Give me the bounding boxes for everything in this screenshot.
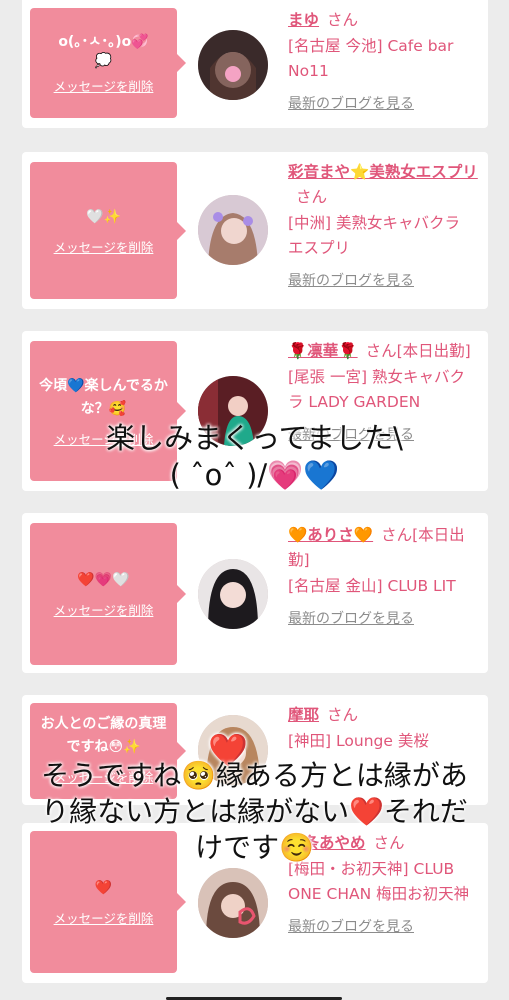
user-name-link[interactable]: 石条あやめ — [288, 834, 366, 852]
shop-info: [尾張 一宮] 熟女キャバクラ LADY GARDEN — [288, 368, 465, 411]
message-card: 🤍✨ メッセージを削除 彩音まや⭐美熟女エスプリさん [中洲] 美熟女キャバクラ… — [22, 152, 488, 309]
delete-message-link[interactable]: メッセージを削除 — [54, 429, 154, 448]
shop-info: [梅田・お初天神] CLUB ONE CHAN 梅田お初天神 — [288, 860, 470, 903]
delete-message-link[interactable]: メッセージを削除 — [54, 76, 154, 95]
avatar[interactable] — [198, 376, 268, 446]
message-card: 今頃💙楽しんでるかな？🥰 メッセージを削除 🌹凛華🌹 さん[本日出勤] [尾張 一… — [22, 331, 488, 491]
honorific: さん — [296, 188, 328, 206]
shop-info: [名古屋 金山] CLUB LIT — [288, 577, 456, 595]
user-name-link[interactable]: 彩音まや⭐美熟女エスプリ — [288, 163, 478, 181]
card-info: 彩音まや⭐美熟女エスプリさん [中洲] 美熟女キャバクラ エスプリ 最新のブログ… — [288, 160, 478, 290]
latest-blog-link[interactable]: 最新のブログを見る — [288, 916, 478, 936]
honorific: さん[本日出勤] — [365, 342, 471, 360]
message-text-extra: 💭 — [94, 53, 113, 69]
latest-blog-link[interactable]: 最新のブログを見る — [288, 608, 478, 628]
shop-info: [中洲] 美熟女キャバクラ エスプリ — [288, 214, 461, 257]
message-bubble: お人とのご縁の真理ですね😳✨ メッセージを削除 — [30, 703, 186, 799]
user-name-link[interactable]: 🌹凛華🌹 — [288, 342, 358, 360]
message-bubble: o(｡･ㅅ･｡)o💞 💭 メッセージを削除 — [30, 8, 186, 118]
user-name-link[interactable]: まゆ — [288, 11, 319, 29]
message-bubble: 今頃💙楽しんでるかな？🥰 メッセージを削除 — [30, 341, 186, 481]
honorific: さん — [373, 834, 405, 852]
delete-message-link[interactable]: メッセージを削除 — [54, 237, 154, 256]
delete-message-link[interactable]: メッセージを削除 — [54, 767, 154, 786]
message-text: 🤍✨ — [86, 208, 121, 225]
card-info: 石条あやめ さん [梅田・お初天神] CLUB ONE CHAN 梅田お初天神 最… — [288, 831, 478, 936]
card-info: 摩耶 さん [神田] Lounge 美桜 — [288, 703, 478, 754]
avatar[interactable] — [198, 559, 268, 629]
card-info: まゆ さん [名古屋 今池] Cafe bar No11 最新のブログを見る — [288, 8, 478, 113]
message-bubble: ❤️💗🤍 メッセージを削除 — [30, 523, 186, 665]
message-bubble: 🤍✨ メッセージを削除 — [30, 162, 186, 299]
message-card: ❤️ メッセージを削除 石条あやめ さん [梅田・お初天神] CLUB ONE C… — [22, 823, 488, 983]
latest-blog-link[interactable]: 最新のブログを見る — [288, 93, 478, 113]
avatar[interactable] — [198, 715, 268, 785]
honorific: さん — [327, 706, 359, 724]
latest-blog-link[interactable]: 最新のブログを見る — [288, 270, 478, 290]
message-card: お人とのご縁の真理ですね😳✨ メッセージを削除 摩耶 さん [神田] Lounge… — [22, 695, 488, 805]
user-name-link[interactable]: 摩耶 — [288, 706, 319, 724]
message-text: ❤️ — [94, 880, 113, 896]
message-text: お人とのご縁の真理ですね😳✨ — [40, 716, 167, 755]
shop-info: [名古屋 今池] Cafe bar No11 — [288, 37, 454, 80]
delete-message-link[interactable]: メッセージを削除 — [54, 908, 154, 927]
avatar[interactable] — [198, 195, 268, 265]
card-info: 🌹凛華🌹 さん[本日出勤] [尾張 一宮] 熟女キャバクラ LADY GARDEN… — [288, 339, 478, 444]
delete-message-link[interactable]: メッセージを削除 — [54, 600, 154, 619]
avatar[interactable] — [198, 868, 268, 938]
shop-info: [神田] Lounge 美桜 — [288, 732, 429, 750]
honorific: さん — [327, 11, 359, 29]
message-card: ❤️💗🤍 メッセージを削除 🧡ありさ🧡 さん[本日出勤] [名古屋 金山] CLU… — [22, 513, 488, 673]
message-bubble: ❤️ メッセージを削除 — [30, 831, 186, 973]
message-text: 今頃💙楽しんでるかな？🥰 — [39, 377, 168, 417]
user-name-link[interactable]: 🧡ありさ🧡 — [288, 526, 373, 544]
avatar[interactable] — [198, 30, 268, 100]
message-text: o(｡･ㅅ･｡)o💞 — [58, 34, 149, 50]
message-text: ❤️💗🤍 — [77, 572, 130, 588]
latest-blog-link[interactable]: 最新のブログを見る — [288, 424, 478, 444]
card-info: 🧡ありさ🧡 さん[本日出勤] [名古屋 金山] CLUB LIT 最新のブログを見… — [288, 523, 478, 628]
message-card: o(｡･ㅅ･｡)o💞 💭 メッセージを削除 まゆ さん [名古屋 今池] Cafe… — [22, 0, 488, 128]
